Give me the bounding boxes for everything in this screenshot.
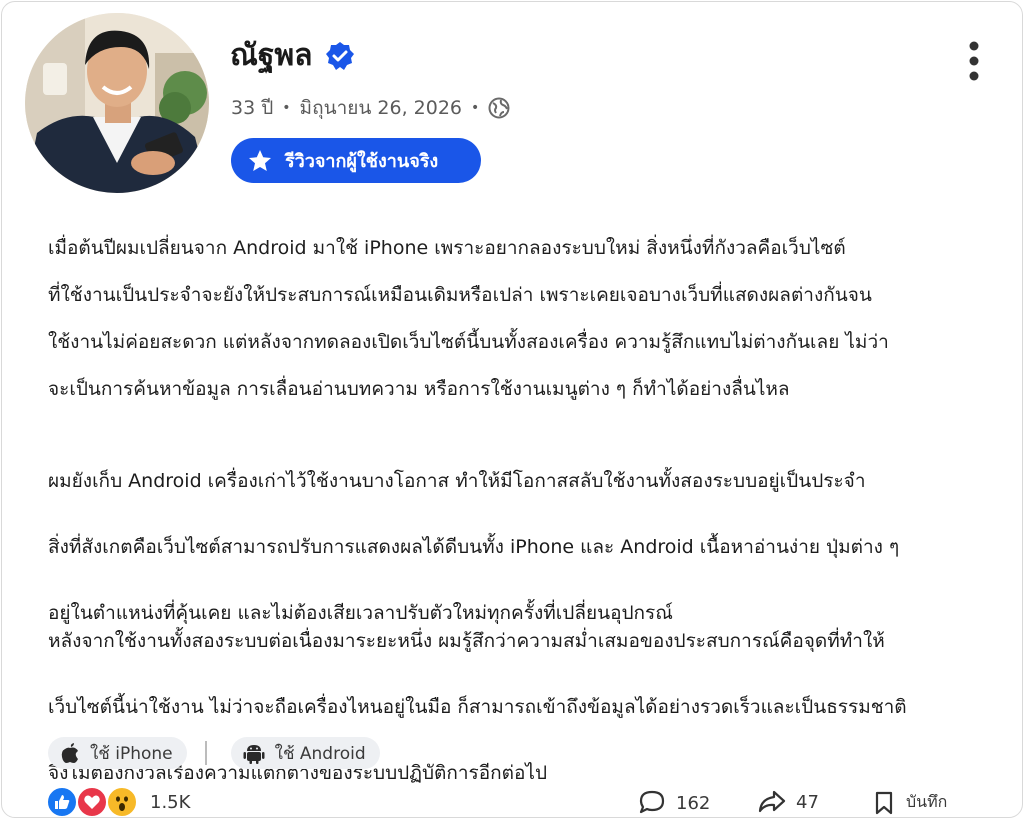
save-label: บันทึก <box>906 792 948 811</box>
comment-count: 162 <box>676 792 711 814</box>
author-header: ณัฐพล <box>230 32 355 79</box>
post-footer: 1.5K 162 47 บันทึก <box>2 778 1022 817</box>
author-age: 33 ปี <box>231 97 274 119</box>
verified-badge-icon <box>325 41 354 70</box>
love-reaction-icon <box>76 786 108 817</box>
avatar[interactable] <box>25 13 209 193</box>
android-tag[interactable]: ใช้ Android <box>230 737 380 769</box>
more-options-icon[interactable] <box>964 40 984 84</box>
meta-separator: • <box>282 100 291 116</box>
bookmark-icon <box>875 791 893 814</box>
like-reaction-icon <box>46 786 78 817</box>
globe-icon <box>488 97 510 119</box>
post-line: ใช้งานไม่ค่อยสะดวก แต่หลังจากทดลองเปิดเว… <box>48 331 889 353</box>
badge-label: รีวิวจากผู้ใช้งานจริง <box>285 151 439 172</box>
wow-reaction-icon <box>106 786 138 817</box>
post-meta: 33 ปี • มิถุนายน 26, 2026 • <box>231 93 510 123</box>
share-button[interactable]: 47 <box>758 790 819 814</box>
comment-button[interactable]: 162 <box>638 790 710 816</box>
post-line: เมื่อต้นปีผมเปลี่ยนจาก Android มาใช้ iPh… <box>48 237 846 259</box>
iphone-tag[interactable]: ใช้ iPhone <box>48 737 187 769</box>
post-line: หลังจากใช้งานทั้งสองระบบต่อเนื่องมาระยะห… <box>48 630 885 652</box>
tag-divider <box>204 741 207 765</box>
device-tags: ใช้ iPhone ใช้ Android <box>48 737 380 769</box>
avatar-photo <box>25 13 209 193</box>
comment-icon <box>639 790 665 814</box>
share-icon <box>758 790 786 813</box>
reaction-summary[interactable]: 1.5K <box>46 786 190 817</box>
share-count: 47 <box>796 791 819 813</box>
author-name[interactable]: ณัฐพล <box>230 32 313 79</box>
android-icon <box>243 745 265 764</box>
save-button[interactable]: บันทึก <box>874 790 947 815</box>
reaction-count[interactable]: 1.5K <box>150 792 190 813</box>
apple-icon <box>61 743 78 763</box>
verified-review-badge: รีวิวจากผู้ใช้งานจริง <box>231 138 481 183</box>
post-line: ผมยังเก็บ Android เครื่องเก่าไว้ใช้งานบา… <box>48 470 866 492</box>
post-paragraph-1: เมื่อต้นปีผมเปลี่ยนจาก Android มาใช้ iPh… <box>48 225 983 413</box>
iphone-tag-label: ใช้ iPhone <box>90 743 173 764</box>
post-line: เว็บไซต์นี้น่าใช้งาน ไม่ว่าจะถือเครื่องไ… <box>48 696 907 718</box>
post-line: จะเป็นการค้นหาข้อมูล การเลื่อนอ่านบทความ… <box>48 378 790 400</box>
meta-separator: • <box>471 100 480 116</box>
post-line: สิ่งที่สังเกตคือเว็บไซต์สามารถปรับการแสด… <box>48 536 900 558</box>
post-line: ที่ใช้งานเป็นประจำจะยังให้ประสบการณ์เหมื… <box>48 284 872 306</box>
review-post-card: ณัฐพล 33 ปี • มิถุนายน 26, 2026 • รีวิวจ… <box>1 1 1023 818</box>
star-icon <box>249 149 271 171</box>
android-tag-label: ใช้ Android <box>274 743 366 764</box>
post-date[interactable]: มิถุนายน 26, 2026 <box>300 93 462 123</box>
